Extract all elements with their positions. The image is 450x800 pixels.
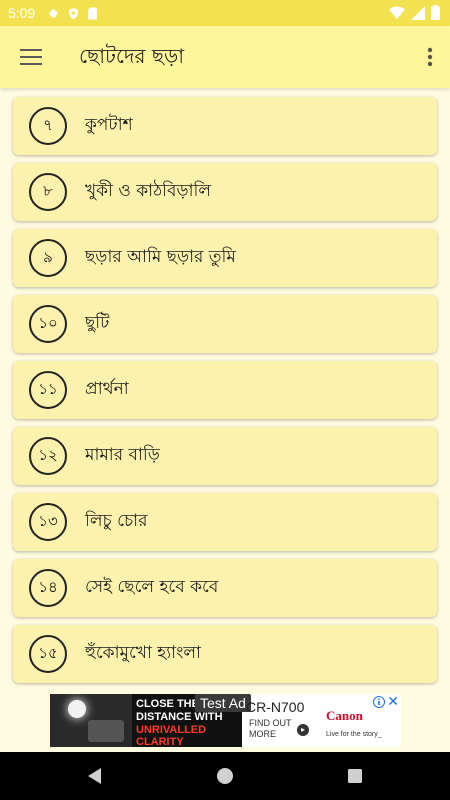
ad-headline-2: DISTANCE WITH bbox=[136, 711, 223, 723]
shield-icon bbox=[69, 7, 79, 19]
list-item[interactable]: ৭ কুপটাশ bbox=[13, 97, 437, 155]
list-item[interactable]: ৯ ছড়ার আমি ছড়ার তুমি bbox=[13, 229, 437, 287]
item-title: কুপটাশ bbox=[85, 115, 133, 135]
system-nav-bar bbox=[0, 752, 450, 800]
banner-ad[interactable]: CLOSE THE DISTANCE WITH UNRIVALLED CLARI… bbox=[50, 694, 401, 747]
back-triangle-icon[interactable] bbox=[83, 764, 107, 788]
rhyme-list: ৭ কুপটাশ ৮ খুকী ও কাঠবিড়ালি ৯ ছড়ার আমি… bbox=[13, 97, 437, 691]
ad-brand-tagline: Live for the story_ bbox=[326, 731, 382, 738]
item-number-badge: ১০ bbox=[29, 305, 67, 343]
ad-cta-link[interactable]: FIND OUT MORE bbox=[249, 718, 297, 740]
more-vert-icon bbox=[427, 47, 433, 67]
home-circle-icon[interactable] bbox=[213, 764, 237, 788]
battery-icon bbox=[431, 5, 440, 20]
menu-icon bbox=[20, 49, 42, 65]
item-title: হুঁকোমুখো হ্যাংলা bbox=[85, 643, 201, 663]
page-title: ছোটদের ছড়া bbox=[79, 44, 185, 68]
recents-square-icon[interactable] bbox=[343, 764, 367, 788]
signal-icon bbox=[411, 5, 425, 20]
list-item[interactable]: ১০ ছুটি bbox=[13, 295, 437, 353]
item-number-badge: ১২ bbox=[29, 437, 67, 475]
item-title: প্রার্থনা bbox=[85, 379, 129, 399]
ad-headline-3: UNRIVALLED CLARITY bbox=[136, 724, 207, 747]
item-number-badge: ৭ bbox=[29, 107, 67, 145]
chevron-right-icon[interactable]: ▸ bbox=[297, 724, 309, 736]
item-title: ছুটি bbox=[85, 313, 110, 333]
ad-model-name: CR-N700 bbox=[246, 699, 305, 715]
item-title: মামার বাড়ি bbox=[85, 445, 160, 465]
item-title: লিচু চোর bbox=[85, 511, 148, 531]
list-item[interactable]: ১৩ লিচু চোর bbox=[13, 493, 437, 551]
ad-choices-icon[interactable] bbox=[373, 696, 385, 708]
item-number-badge: ৯ bbox=[29, 239, 67, 277]
item-number-badge: ১১ bbox=[29, 371, 67, 409]
item-number-badge: ১৩ bbox=[29, 503, 67, 541]
item-title: খুকী ও কাঠবিড়ালি bbox=[85, 181, 212, 201]
wifi-icon bbox=[389, 5, 405, 19]
list-item[interactable]: ১২ মামার বাড়ি bbox=[13, 427, 437, 485]
ad-headline-1: CLOSE THE bbox=[136, 698, 199, 710]
item-number-badge: ১৫ bbox=[29, 635, 67, 673]
ad-image bbox=[50, 694, 132, 747]
item-title: সেই ছেলে হবে কবে bbox=[85, 577, 219, 597]
list-item[interactable]: ১১ প্রার্থনা bbox=[13, 361, 437, 419]
ad-brand-logo: Canon bbox=[326, 708, 363, 723]
list-item[interactable]: ৮ খুকী ও কাঠবিড়ালি bbox=[13, 163, 437, 221]
list-item[interactable]: ১৫ হুঁকোমুখো হ্যাংলা bbox=[13, 625, 437, 683]
status-bar: 5:09 bbox=[0, 0, 450, 26]
item-number-badge: ১৪ bbox=[29, 569, 67, 607]
status-time: 5:09 bbox=[8, 5, 36, 21]
overflow-menu-button[interactable] bbox=[418, 43, 442, 71]
sd-card-icon bbox=[88, 7, 98, 19]
item-number-badge: ৮ bbox=[29, 173, 67, 211]
list-item[interactable]: ১৪ সেই ছেলে হবে কবে bbox=[13, 559, 437, 617]
app-bar: ছোটদের ছড়া bbox=[0, 26, 450, 88]
close-icon[interactable]: ✕ bbox=[387, 694, 399, 710]
gear-icon bbox=[48, 8, 59, 18]
test-ad-badge: Test Ad bbox=[195, 694, 251, 712]
menu-button[interactable] bbox=[14, 43, 48, 71]
item-title: ছড়ার আমি ছড়ার তুমি bbox=[85, 247, 236, 267]
